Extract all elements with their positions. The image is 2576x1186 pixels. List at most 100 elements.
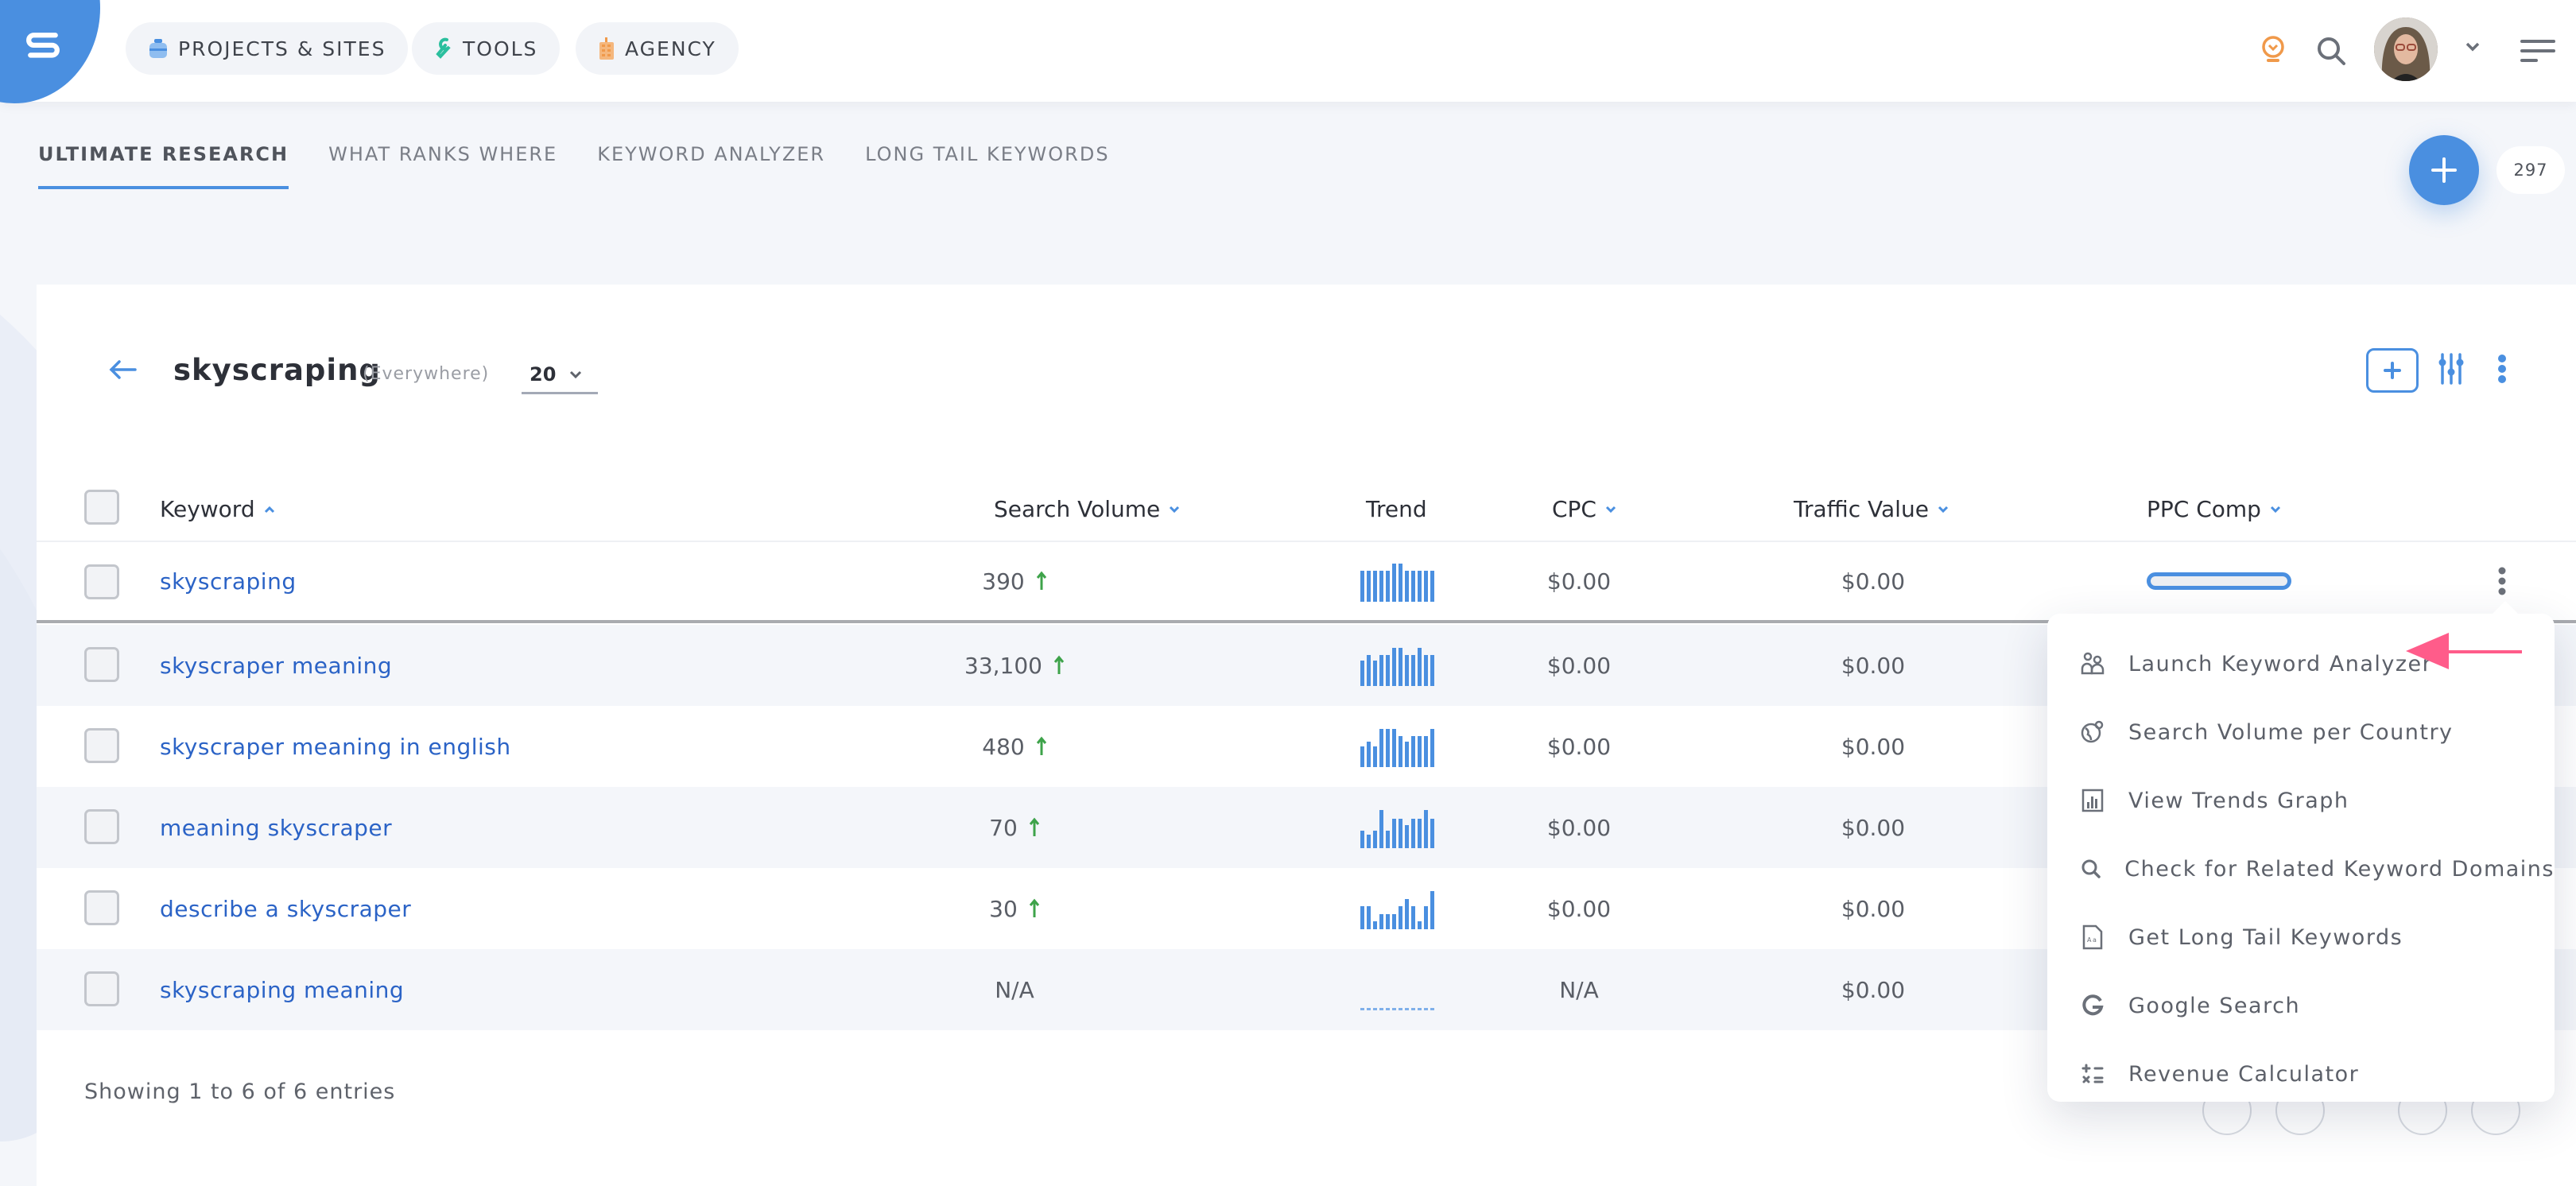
sort-desc-icon <box>1938 506 1948 513</box>
hamburger-menu-icon[interactable] <box>2520 38 2555 64</box>
nav-agency[interactable]: AGENCY <box>576 22 739 75</box>
trend-bar <box>1379 655 1383 686</box>
trend-bar <box>1392 1008 1396 1010</box>
search-volume-cell: 390 <box>887 542 1142 620</box>
trend-bar <box>1411 1008 1415 1010</box>
trend-bar <box>1373 921 1377 929</box>
trend-cell <box>1360 625 1440 706</box>
column-label: Keyword <box>160 496 255 522</box>
cpc-cell: $0.00 <box>1546 895 1612 922</box>
trend-bar <box>1379 1008 1383 1010</box>
column-ppc-comp[interactable]: PPC Comp <box>2147 496 2282 522</box>
trend-bar <box>1399 648 1402 686</box>
trend-bar <box>1386 1008 1390 1010</box>
keyword-link[interactable]: meaning skyscraper <box>160 787 392 868</box>
trend-bar <box>1392 729 1396 767</box>
trend-up-arrow-icon <box>1036 736 1046 755</box>
sort-desc-icon <box>2270 506 2281 513</box>
tab-long-tail-keywords[interactable]: LONG TAIL KEYWORDS <box>865 143 1109 189</box>
trend-sparkline[interactable] <box>1360 645 1434 686</box>
trend-bar <box>1418 819 1422 848</box>
trend-bar <box>1405 742 1409 767</box>
cpc-cell: $0.00 <box>1546 733 1612 760</box>
column-label: PPC Comp <box>2147 496 2261 522</box>
menu-item-label: View Trends Graph <box>2128 788 2349 813</box>
tab-ultimate-research[interactable]: ULTIMATE RESEARCH <box>38 143 289 189</box>
column-keyword[interactable]: Keyword <box>160 496 276 522</box>
row-checkbox[interactable] <box>84 564 119 599</box>
trend-sparkline[interactable] <box>1360 888 1434 929</box>
per-page-select[interactable]: 20 <box>522 356 598 394</box>
sort-desc-icon <box>1170 506 1180 513</box>
menu-item-search-volume-per-country[interactable]: Search Volume per Country <box>2047 698 2555 766</box>
trend-sparkline[interactable] <box>1360 726 1434 767</box>
table-row: skyscraping 390 $0.00 $0.00 <box>37 542 2576 623</box>
row-more-options-icon[interactable] <box>2496 567 2508 595</box>
column-search-volume[interactable]: Search Volume <box>994 496 1181 522</box>
filter-sliders-icon[interactable] <box>2438 351 2465 386</box>
search-volume-value: 390 <box>982 568 1025 595</box>
add-fab-button[interactable] <box>2409 135 2479 205</box>
search-icon[interactable] <box>2315 35 2347 67</box>
nav-label: PROJECTS & SITES <box>178 37 386 60</box>
menu-item-view-trends-graph[interactable]: View Trends Graph <box>2047 766 2555 835</box>
row-checkbox[interactable] <box>84 809 119 844</box>
annotation-arrow-icon <box>2406 633 2522 669</box>
briefcase-icon <box>149 39 167 58</box>
trend-bar <box>1405 825 1409 848</box>
column-cpc[interactable]: CPC <box>1552 496 1617 522</box>
trend-bar <box>1379 810 1383 848</box>
menu-item-related-keyword-domains[interactable]: Check for Related Keyword Domains <box>2047 835 2555 903</box>
logo[interactable] <box>0 0 100 103</box>
cpc-cell: $0.00 <box>1546 652 1612 679</box>
keyword-link[interactable]: skyscraping meaning <box>160 949 404 1030</box>
back-arrow-icon[interactable] <box>108 359 137 380</box>
row-checkbox[interactable] <box>84 890 119 925</box>
trend-bar <box>1373 661 1377 686</box>
top-navigation-bar: PROJECTS & SITES TOOLS AGENCY <box>0 0 2576 103</box>
ppc-comp-bar <box>2147 572 2291 590</box>
trend-sparkline[interactable] <box>1360 969 1434 1010</box>
search-volume-value: N/A <box>995 976 1034 1003</box>
trend-bar <box>1367 835 1371 848</box>
calculator-icon <box>2081 1064 2104 1083</box>
row-checkbox[interactable] <box>84 971 119 1006</box>
menu-item-label: Get Long Tail Keywords <box>2128 924 2403 950</box>
menu-item-revenue-calculator[interactable]: Revenue Calculator <box>2047 1040 2555 1108</box>
keyword-link[interactable]: skyscraper meaning <box>160 625 392 706</box>
nav-tools[interactable]: TOOLS <box>412 22 561 75</box>
keyword-link[interactable]: describe a skyscraper <box>160 868 411 949</box>
search-volume-value: 70 <box>989 814 1018 841</box>
row-checkbox[interactable] <box>84 647 119 682</box>
menu-item-label: Launch Keyword Analyzer <box>2128 651 2433 676</box>
trend-bar <box>1405 655 1409 686</box>
tab-keyword-analyzer[interactable]: KEYWORD ANALYZER <box>597 143 825 189</box>
trend-bar <box>1386 831 1390 848</box>
trend-bar <box>1360 1008 1364 1010</box>
trend-sparkline[interactable] <box>1360 807 1434 848</box>
trend-bar <box>1418 736 1422 767</box>
nav-projects-sites[interactable]: PROJECTS & SITES <box>126 22 409 75</box>
more-options-icon[interactable] <box>2496 355 2508 383</box>
chevron-down-icon[interactable] <box>2465 41 2481 52</box>
menu-item-get-long-tail-keywords[interactable]: Aa Get Long Tail Keywords <box>2047 903 2555 971</box>
avatar[interactable] <box>2374 17 2438 81</box>
trend-bar <box>1386 655 1390 686</box>
lightbulb-icon[interactable] <box>2260 35 2287 65</box>
keyword-link[interactable]: skyscraping <box>160 542 297 620</box>
column-traffic-value[interactable]: Traffic Value <box>1794 496 1949 522</box>
menu-item-google-search[interactable]: Google Search <box>2047 971 2555 1040</box>
trend-bar <box>1379 914 1383 929</box>
search-volume-cell: 30 <box>887 868 1142 949</box>
trend-bar <box>1379 571 1383 602</box>
trend-bar <box>1430 819 1434 848</box>
trend-sparkline[interactable] <box>1360 560 1434 602</box>
add-keyword-button[interactable] <box>2366 348 2419 393</box>
nav-label: TOOLS <box>463 37 538 60</box>
keyword-link[interactable]: skyscraper meaning in english <box>160 706 511 787</box>
menu-item-label: Search Volume per Country <box>2128 719 2454 745</box>
select-all-checkbox[interactable] <box>84 490 119 525</box>
tab-what-ranks-where[interactable]: WHAT RANKS WHERE <box>328 143 557 189</box>
row-checkbox[interactable] <box>84 728 119 763</box>
column-label: Traffic Value <box>1794 496 1929 522</box>
